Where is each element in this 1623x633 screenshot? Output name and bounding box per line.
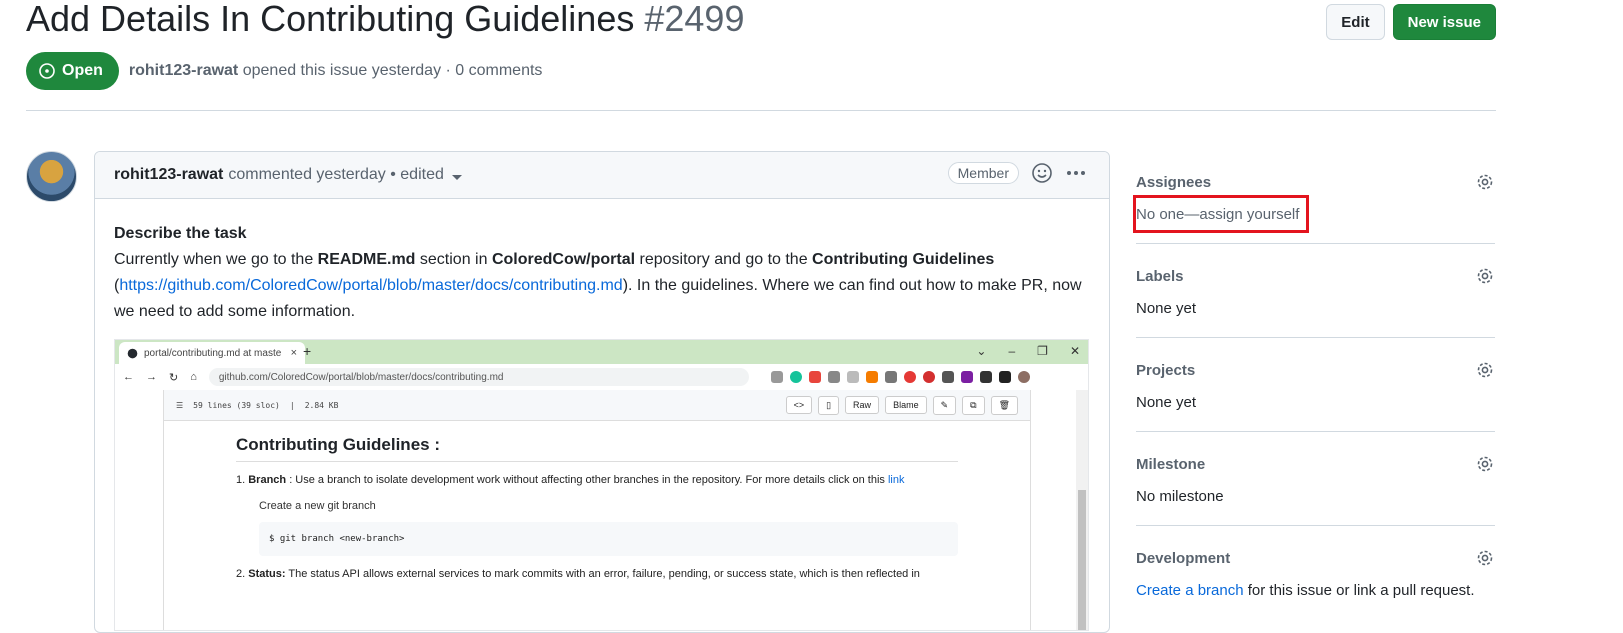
sidebar-milestone: Milestone No milestone bbox=[1136, 432, 1495, 526]
issue-state-row: Open rohit123-rawat opened this issue ye… bbox=[26, 52, 542, 90]
labels-value: None yet bbox=[1136, 300, 1197, 317]
create-branch-link[interactable]: Create a branch bbox=[1136, 582, 1244, 599]
extension-icon bbox=[865, 371, 878, 383]
reload-icon: ↻ bbox=[169, 371, 179, 384]
screenshot-page: ☰ 59 lines (39 sloc) | 2.84 KB <> ▯ Raw … bbox=[115, 390, 1088, 630]
md-heading: Contributing Guidelines : bbox=[236, 435, 958, 462]
new-tab-icon: + bbox=[303, 343, 312, 359]
issue-title-text: Add Details In Contributing Guidelines bbox=[26, 0, 635, 39]
list-icon: ☰ bbox=[176, 400, 184, 410]
code-icon: <> bbox=[785, 396, 813, 414]
issue-opened-icon bbox=[39, 63, 55, 79]
address-bar: github.com/ColoredCow/portal/blob/master… bbox=[208, 368, 749, 386]
development-value: Create a branch for this issue or link a… bbox=[1136, 582, 1475, 599]
md-code-block: $ git branch <new-branch> bbox=[259, 522, 958, 556]
gear-icon[interactable] bbox=[1475, 454, 1495, 479]
smiley-icon[interactable] bbox=[1031, 162, 1053, 184]
member-badge: Member bbox=[947, 162, 1019, 184]
grammarly-icon bbox=[789, 371, 802, 383]
extension-icon bbox=[770, 371, 783, 383]
highlight-box bbox=[1133, 195, 1309, 233]
screenshot-scrollbar bbox=[1076, 390, 1088, 630]
copy-icon: ⧉ bbox=[962, 395, 985, 415]
kebab-horizontal-icon[interactable] bbox=[1065, 162, 1087, 184]
gear-icon[interactable] bbox=[1475, 172, 1495, 197]
comment-author-link[interactable]: rohit123-rawat bbox=[114, 166, 223, 184]
pencil-icon: ✎ bbox=[932, 395, 957, 415]
comment-header: rohit123-rawat commented yesterday • edi… bbox=[95, 152, 1109, 199]
issue-meta-text: opened this issue yesterday · 0 comments bbox=[242, 62, 543, 79]
sidebar-projects: Projects None yet bbox=[1136, 338, 1495, 432]
sidebar-labels: Labels None yet bbox=[1136, 244, 1495, 338]
browser-tab: portal/contributing.md at maste × bbox=[119, 342, 305, 364]
state-badge: Open bbox=[26, 52, 119, 90]
file-toolbar: ☰ 59 lines (39 sloc) | 2.84 KB <> ▯ Raw … bbox=[164, 390, 1030, 421]
profile-icon bbox=[1017, 371, 1030, 383]
extension-icon bbox=[960, 371, 973, 383]
task-heading: Describe the task bbox=[114, 225, 247, 242]
chevron-down-icon[interactable] bbox=[451, 174, 462, 180]
extension-icon bbox=[941, 371, 954, 383]
back-icon: ← bbox=[123, 371, 134, 383]
extension-icon bbox=[922, 371, 935, 383]
issue-sidebar: Assignees No one—assign yourself Labels … bbox=[1133, 150, 1495, 619]
extension-icon bbox=[846, 371, 859, 383]
browser-toolbar: ← → ↻ ⌂ github.com/ColoredCow/portal/blo… bbox=[115, 364, 1088, 391]
close-window-icon: ✕ bbox=[1069, 344, 1080, 358]
trash-icon: 🗑 bbox=[990, 395, 1018, 415]
forward-icon: → bbox=[146, 371, 157, 383]
state-label: Open bbox=[62, 62, 103, 79]
extension-icons bbox=[770, 371, 1030, 383]
gear-icon[interactable] bbox=[1475, 360, 1495, 385]
browser-tabbar: portal/contributing.md at maste × + ⌄ – … bbox=[115, 340, 1088, 364]
extension-icon bbox=[808, 371, 821, 383]
md-item-2: 2. Status: The status API allows externa… bbox=[236, 568, 920, 580]
header-actions: Edit New issue bbox=[1326, 4, 1496, 40]
comment-body: Describe the task Currently when we go t… bbox=[95, 199, 1109, 347]
markdown-content: Contributing Guidelines : 1. Branch : Us… bbox=[236, 435, 958, 582]
github-icon bbox=[127, 348, 138, 358]
minimize-icon: – bbox=[1008, 344, 1016, 358]
gear-icon[interactable] bbox=[1475, 266, 1495, 291]
tab-close-icon: × bbox=[290, 347, 297, 359]
labels-title[interactable]: Labels bbox=[1136, 268, 1184, 285]
sidepanel-icon bbox=[998, 371, 1011, 383]
milestone-title[interactable]: Milestone bbox=[1136, 456, 1205, 473]
adblock-icon bbox=[903, 371, 916, 383]
md-item-1-sub: Create a new git branch bbox=[259, 500, 376, 512]
extension-icon bbox=[884, 371, 897, 383]
assignees-title[interactable]: Assignees bbox=[1136, 174, 1211, 191]
contributing-link[interactable]: https://github.com/ColoredCow/portal/blo… bbox=[119, 277, 622, 294]
new-issue-button[interactable]: New issue bbox=[1392, 4, 1496, 40]
extension-icon bbox=[827, 371, 840, 383]
projects-title[interactable]: Projects bbox=[1136, 362, 1195, 379]
edit-button[interactable]: Edit bbox=[1326, 4, 1385, 40]
task-description: Currently when we go to the README.md se… bbox=[114, 251, 1082, 320]
md-item-1: 1. Branch : Use a branch to isolate deve… bbox=[236, 474, 905, 486]
file-view: ☰ 59 lines (39 sloc) | 2.84 KB <> ▯ Raw … bbox=[163, 390, 1031, 630]
projects-value: None yet bbox=[1136, 394, 1197, 411]
puzzle-icon bbox=[979, 371, 992, 383]
sidebar-development: Development Create a branch for this iss… bbox=[1136, 526, 1495, 619]
tab-search-icon: ⌄ bbox=[976, 344, 987, 358]
issue-title: Add Details In Contributing Guidelines #… bbox=[26, 0, 744, 40]
gear-icon[interactable] bbox=[1475, 548, 1495, 573]
restore-icon: ❐ bbox=[1037, 344, 1048, 358]
issue-meta: rohit123-rawat opened this issue yesterd… bbox=[129, 62, 543, 80]
development-title[interactable]: Development bbox=[1136, 550, 1230, 567]
embedded-screenshot[interactable]: portal/contributing.md at maste × + ⌄ – … bbox=[114, 339, 1089, 631]
issue-number: #2499 bbox=[644, 0, 745, 39]
header-divider bbox=[26, 110, 1496, 111]
issue-author-link[interactable]: rohit123-rawat bbox=[129, 62, 238, 79]
window-controls: ⌄ – ❐ ✕ bbox=[976, 344, 1080, 358]
file-actions: <> ▯ Raw Blame ✎ ⧉ 🗑 bbox=[785, 395, 1018, 415]
comment-meta[interactable]: commented yesterday • edited bbox=[228, 166, 444, 184]
comment-header-actions: Member bbox=[947, 162, 1087, 184]
milestone-value: No milestone bbox=[1136, 488, 1224, 505]
sidebar-assignees: Assignees No one—assign yourself bbox=[1133, 150, 1495, 244]
avatar[interactable] bbox=[26, 151, 77, 202]
file-icon: ▯ bbox=[818, 395, 840, 415]
comment-card: rohit123-rawat commented yesterday • edi… bbox=[94, 151, 1110, 633]
home-icon: ⌂ bbox=[190, 371, 197, 383]
